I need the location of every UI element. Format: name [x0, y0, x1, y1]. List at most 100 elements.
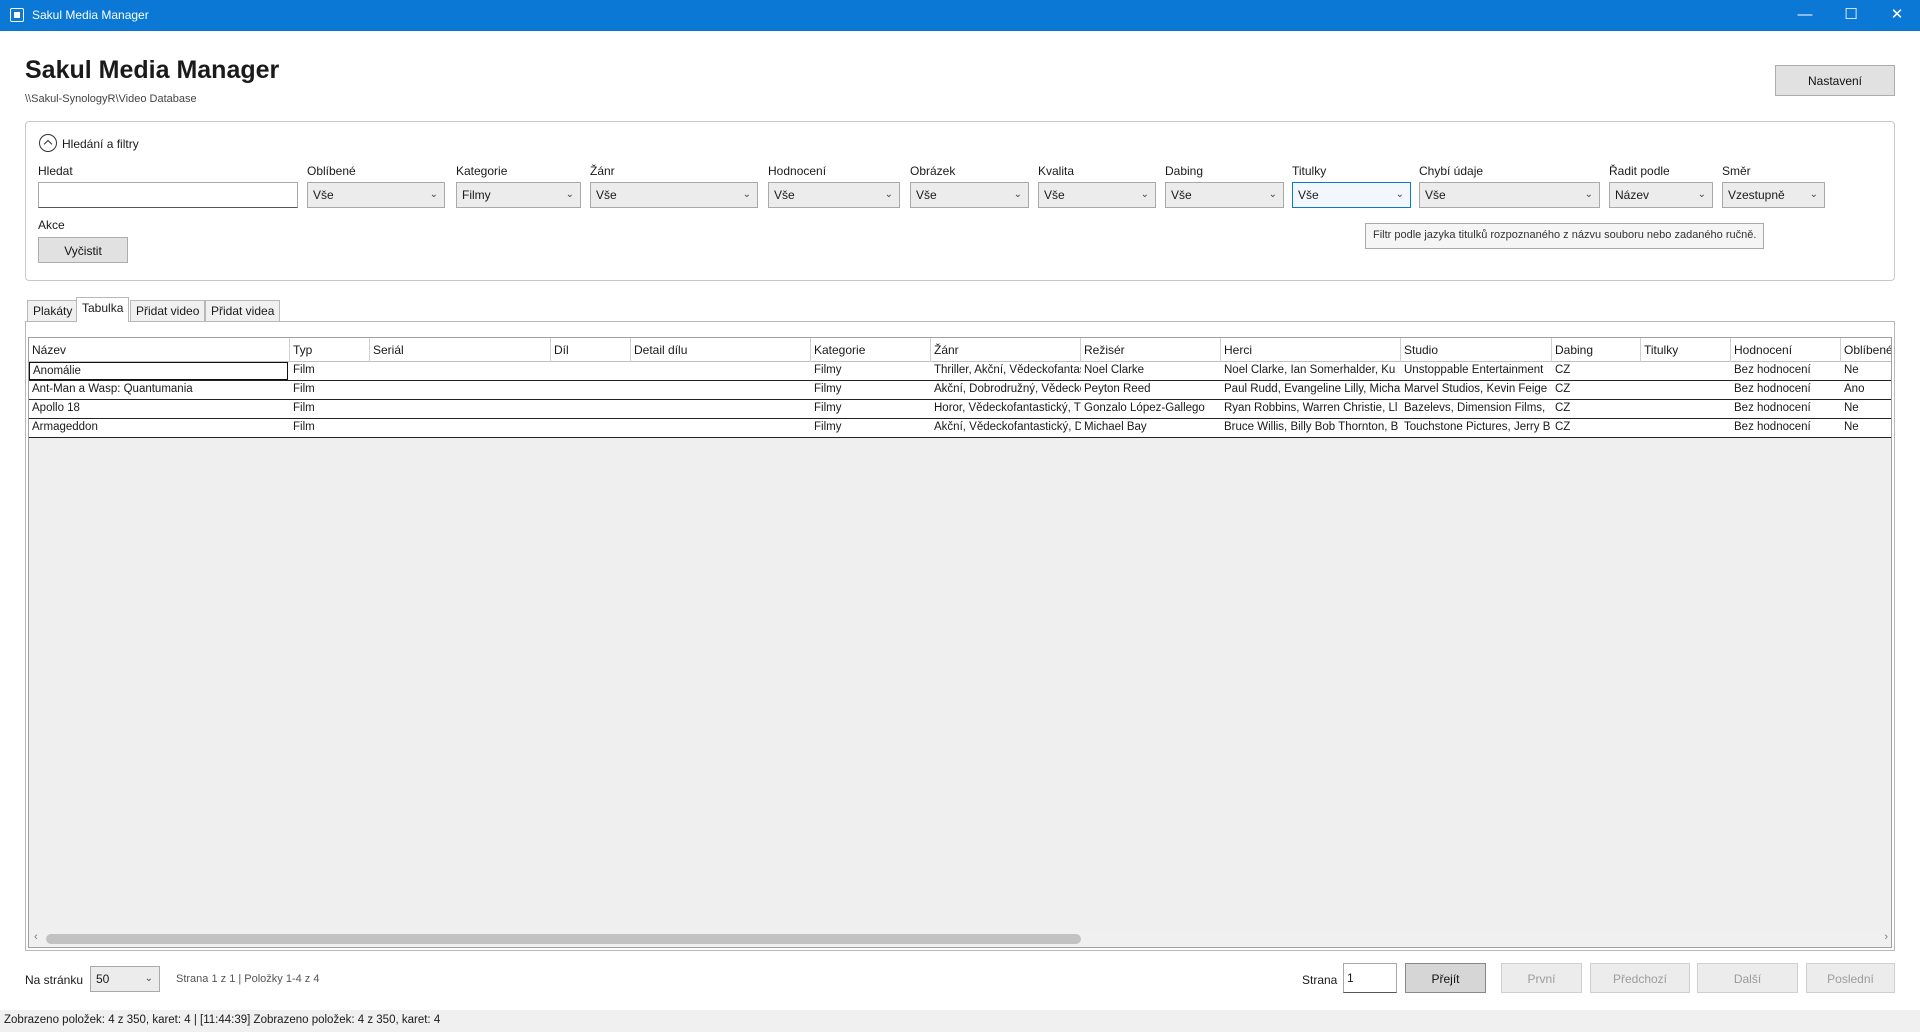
cell-studio[interactable]: Touchstone Pictures, Jerry B [1401, 419, 1552, 437]
cell-dubbing[interactable]: CZ [1552, 362, 1641, 380]
column-header-favorite[interactable]: Oblíbené [1841, 338, 1891, 362]
cell-dubbing[interactable]: CZ [1552, 400, 1641, 418]
cell-category[interactable]: Filmy [811, 362, 931, 380]
cell-director[interactable]: Peyton Reed [1081, 381, 1221, 399]
cell-episode[interactable] [551, 381, 631, 399]
cell-series[interactable] [370, 362, 551, 380]
cell-name[interactable]: Ant-Man a Wasp: Quantumania [29, 381, 290, 399]
collapse-expander-icon[interactable] [39, 134, 57, 152]
scroll-left-icon[interactable]: ‹ [34, 931, 38, 943]
image-select[interactable]: Vše ⌄ [910, 182, 1029, 208]
missing-data-select[interactable]: Vše ⌄ [1419, 182, 1600, 208]
cell-name[interactable]: Armageddon [29, 419, 290, 437]
cell-rating[interactable]: Bez hodnocení [1731, 419, 1841, 437]
cell-genre[interactable]: Thriller, Akční, Vědeckofantastický [931, 362, 1081, 380]
cell-subtitles[interactable] [1641, 381, 1731, 399]
cell-director[interactable]: Noel Clarke [1081, 362, 1221, 380]
table-row[interactable]: Anomálie Film Filmy Thriller, Akční, Věd… [29, 362, 1891, 381]
next-page-button[interactable]: Další [1697, 963, 1798, 993]
cell-category[interactable]: Filmy [811, 381, 931, 399]
favorites-select[interactable]: Vše ⌄ [307, 182, 445, 208]
filters-expander-label[interactable]: Hledání a filtry [62, 137, 139, 151]
cell-type[interactable]: Film [290, 362, 370, 380]
cell-actors[interactable]: Noel Clarke, Ian Somerhalder, Ku [1221, 362, 1401, 380]
cell-type[interactable]: Film [290, 419, 370, 437]
clear-filters-button[interactable]: Vyčistit [38, 237, 128, 263]
cell-favorite[interactable]: Ano [1841, 381, 1891, 399]
cell-episode[interactable] [551, 400, 631, 418]
table-row[interactable]: Apollo 18 Film Filmy Horor, Vědeckofanta… [29, 400, 1891, 419]
minimize-icon[interactable]: — [1782, 0, 1828, 31]
cell-favorite[interactable]: Ne [1841, 362, 1891, 380]
cell-series[interactable] [370, 400, 551, 418]
per-page-select[interactable]: 50 ⌄ [90, 966, 160, 992]
cell-episode-detail[interactable] [631, 419, 811, 437]
cell-episode[interactable] [551, 419, 631, 437]
tab-posters[interactable]: Plakáty [27, 300, 79, 321]
direction-select[interactable]: Vzestupně ⌄ [1722, 182, 1825, 208]
cell-studio[interactable]: Marvel Studios, Kevin Feige [1401, 381, 1552, 399]
column-header-rating[interactable]: Hodnocení [1731, 338, 1841, 362]
cell-episode-detail[interactable] [631, 362, 811, 380]
column-header-director[interactable]: Režisér [1081, 338, 1221, 362]
column-header-category[interactable]: Kategorie [811, 338, 931, 362]
cell-series[interactable] [370, 381, 551, 399]
cell-studio[interactable]: Unstoppable Entertainment [1401, 362, 1552, 380]
cell-rating[interactable]: Bez hodnocení [1731, 362, 1841, 380]
column-header-name[interactable]: Název [29, 338, 290, 362]
cell-name[interactable]: Anomálie [29, 362, 288, 380]
column-header-episode[interactable]: Díl [551, 338, 631, 362]
sort-by-select[interactable]: Název ⌄ [1609, 182, 1713, 208]
first-page-button[interactable]: První [1501, 963, 1582, 993]
column-header-episode-detail[interactable]: Detail dílu [631, 338, 811, 362]
column-header-series[interactable]: Seriál [370, 338, 551, 362]
cell-favorite[interactable]: Ne [1841, 419, 1891, 437]
cell-episode[interactable] [551, 362, 631, 380]
cell-name[interactable]: Apollo 18 [29, 400, 290, 418]
previous-page-button[interactable]: Předchozí [1590, 963, 1690, 993]
cell-director[interactable]: Michael Bay [1081, 419, 1221, 437]
go-button[interactable]: Přejít [1405, 963, 1486, 993]
cell-rating[interactable]: Bez hodnocení [1731, 400, 1841, 418]
close-icon[interactable]: ✕ [1874, 0, 1920, 31]
scroll-right-icon[interactable]: › [1884, 931, 1888, 943]
cell-episode-detail[interactable] [631, 400, 811, 418]
cell-studio[interactable]: Bazelevs, Dimension Films, [1401, 400, 1552, 418]
cell-category[interactable]: Filmy [811, 419, 931, 437]
maximize-icon[interactable]: ☐ [1828, 0, 1874, 31]
cell-subtitles[interactable] [1641, 400, 1731, 418]
cell-category[interactable]: Filmy [811, 400, 931, 418]
table-row[interactable]: Armageddon Film Filmy Akční, Vědeckofant… [29, 419, 1891, 438]
tab-table[interactable]: Tabulka [76, 297, 130, 322]
cell-type[interactable]: Film [290, 381, 370, 399]
cell-episode-detail[interactable] [631, 381, 811, 399]
column-header-dubbing[interactable]: Dabing [1552, 338, 1641, 362]
page-input[interactable]: 1 [1343, 963, 1397, 993]
table-row[interactable]: Ant-Man a Wasp: Quantumania Film Filmy A… [29, 381, 1891, 400]
media-table[interactable]: Název Typ Seriál Díl Detail dílu Kategor… [28, 337, 1892, 948]
last-page-button[interactable]: Poslední [1806, 963, 1895, 993]
tab-add-videos[interactable]: Přidat videa [205, 300, 281, 321]
cell-genre[interactable]: Akční, Dobrodružný, Vědeckofantastický [931, 381, 1081, 399]
quality-select[interactable]: Vše ⌄ [1038, 182, 1156, 208]
cell-subtitles[interactable] [1641, 362, 1731, 380]
cell-director[interactable]: Gonzalo López-Gallego [1081, 400, 1221, 418]
cell-actors[interactable]: Ryan Robbins, Warren Christie, Ll [1221, 400, 1401, 418]
cell-rating[interactable]: Bez hodnocení [1731, 381, 1841, 399]
subtitles-select[interactable]: Vše ⌄ [1292, 182, 1411, 208]
cell-actors[interactable]: Bruce Willis, Billy Bob Thornton, B [1221, 419, 1401, 437]
column-header-type[interactable]: Typ [290, 338, 370, 362]
column-header-studio[interactable]: Studio [1401, 338, 1552, 362]
cell-dubbing[interactable]: CZ [1552, 419, 1641, 437]
cell-subtitles[interactable] [1641, 419, 1731, 437]
cell-actors[interactable]: Paul Rudd, Evangeline Lilly, Micha [1221, 381, 1401, 399]
rating-select[interactable]: Vše ⌄ [768, 182, 900, 208]
genre-select[interactable]: Vše ⌄ [590, 182, 758, 208]
category-select[interactable]: Filmy ⌄ [456, 182, 581, 208]
tab-add-video[interactable]: Přidat video [130, 300, 206, 321]
settings-button[interactable]: Nastavení [1775, 65, 1895, 96]
column-header-actors[interactable]: Herci [1221, 338, 1401, 362]
cell-genre[interactable]: Akční, Vědeckofantastický, Dobrodružný [931, 419, 1081, 437]
cell-genre[interactable]: Horor, Vědeckofantastický, Thriller [931, 400, 1081, 418]
cell-dubbing[interactable]: CZ [1552, 381, 1641, 399]
